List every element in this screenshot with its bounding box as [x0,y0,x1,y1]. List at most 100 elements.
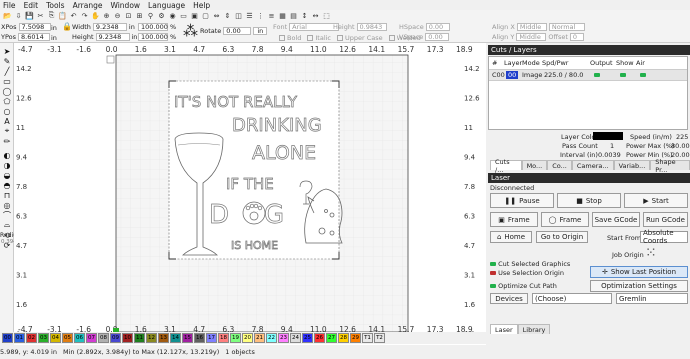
tab-console[interactable]: Co... [547,160,572,170]
optimization-settings-button[interactable]: Optimization Settings [590,280,688,292]
power-max-value[interactable]: 80.00 [671,142,690,150]
use-origin-row[interactable]: Use Selection Origin [490,269,564,277]
menu-arrange[interactable]: Arrange [73,1,103,10]
palette-swatch[interactable]: 02 [26,333,37,343]
zoom-fit-icon[interactable]: ⊡ [124,11,133,20]
zoom-in-icon[interactable]: ⊕ [102,11,111,20]
menu-language[interactable]: Language [148,1,185,10]
settings-icon[interactable]: ⚙ [157,11,166,20]
palette-swatch[interactable]: T2 [374,333,385,343]
show-toggle-icon[interactable] [620,73,626,77]
save-icon[interactable]: 💾 [25,11,34,20]
width-icon[interactable]: ↔ [311,11,320,20]
output-toggle-icon[interactable] [594,73,600,77]
boolean-diff-icon[interactable]: ◑ [3,161,11,170]
align-x-select[interactable]: Middle [516,23,547,31]
tab-cuts[interactable]: Cuts /... [490,158,522,174]
tab-variable[interactable]: Variab... [613,160,651,170]
copy-icon[interactable]: ⎘ [47,11,56,20]
import-icon[interactable]: ⇩ [14,11,23,20]
palette-swatch[interactable]: 22 [266,333,277,343]
interval-value[interactable]: 0.0039 [598,151,621,159]
devices-button[interactable]: Devices [490,293,528,304]
text-height-input[interactable]: 0.9843 [356,23,387,31]
tab-laser[interactable]: Laser [490,324,518,334]
palette-swatch[interactable]: 06 [74,333,85,343]
measure-icon[interactable]: ✏ [3,137,11,146]
cut-selected-row[interactable]: Cut Selected Graphics [490,260,570,268]
palette-swatch[interactable]: 00 [2,333,13,343]
position-laser-icon[interactable]: ⌖ [3,126,11,135]
palette-swatch[interactable]: 23 [278,333,289,343]
height-input[interactable]: 9.2348 [95,33,130,41]
welded-checkbox[interactable] [388,35,395,41]
frame-button[interactable]: ▣ Frame [490,212,538,227]
select-arrow-icon[interactable]: ➤ [3,47,11,56]
palette-swatch[interactable]: 09 [110,333,121,343]
palette-swatch[interactable]: 17 [206,333,217,343]
offset-input[interactable]: 0 [569,33,584,41]
circle-icon[interactable]: ○ [3,107,11,116]
bold-checkbox[interactable] [279,35,285,41]
flip-h-icon[interactable]: ⇔ [212,11,221,20]
open-icon[interactable]: 📂 [3,11,12,20]
cut-selected-toggle-icon[interactable] [490,262,496,266]
lock-icon[interactable]: 🔒 [62,22,72,31]
palette-swatch[interactable]: 25 [302,333,313,343]
cut-icon[interactable]: ✂ [36,11,45,20]
optimize-row[interactable]: Optimize Cut Path [490,282,557,290]
text-align-icon[interactable]: ≡ [267,11,276,20]
palette-swatch[interactable]: 29 [350,333,361,343]
tab-move[interactable]: Mo... [521,160,548,170]
italic-checkbox[interactable] [307,35,314,41]
align-icon[interactable]: ☰ [245,11,254,20]
rotate-input[interactable]: 0.00 [223,27,252,35]
flip-v-icon[interactable]: ⇕ [223,11,232,20]
dock-icon[interactable]: ⬚ [322,11,331,20]
palette-swatch[interactable]: T1 [362,333,373,343]
hspace-input[interactable]: 0.00 [425,23,450,31]
boolean-union-icon[interactable]: ◐ [3,151,11,160]
scale-w-input[interactable]: 100.000 [138,23,168,31]
camera-icon[interactable]: ◉ [168,11,177,20]
text-icon[interactable]: A [3,117,11,126]
align-y-select[interactable]: Middle [516,33,547,41]
device-select[interactable]: Gremlin [616,293,688,304]
edit-nodes-icon[interactable]: ✎ [3,57,11,66]
palette-swatch[interactable]: 21 [254,333,265,343]
rectangle-icon[interactable]: ▭ [3,77,11,86]
speed-value[interactable]: 225 [676,133,688,141]
job-origin-grid-icon[interactable]: ⁙ [645,246,657,260]
menu-file[interactable]: File [3,1,16,10]
palette-swatch[interactable]: 27 [326,333,337,343]
air-toggle-icon[interactable] [640,73,646,77]
close-path-icon[interactable]: ⌒ [3,211,11,220]
array-icon[interactable]: ▤ [289,11,298,20]
weld-icon[interactable]: ◓ [3,181,11,190]
show-last-position-button[interactable]: ✛ Show Last Position [590,266,688,278]
menu-tools[interactable]: Tools [46,1,64,10]
monitor-icon[interactable]: ▭ [179,11,188,20]
pause-button[interactable]: ❚❚ Pause [490,193,554,208]
undo-icon[interactable]: ↶ [69,11,78,20]
tab-camera[interactable]: Camera... [571,160,614,170]
go-to-origin-button[interactable]: Go to Origin [536,231,588,243]
line-icon[interactable]: ╱ [3,67,11,76]
run-gcode-button[interactable]: Run GCode [643,212,688,227]
ellipse-icon[interactable]: ◯ [3,87,12,96]
mirror-icon[interactable]: ◫ [234,11,243,20]
palette-swatch[interactable]: 05 [62,333,73,343]
home-button[interactable]: ⌂ Home [490,231,532,243]
scale-h-input[interactable]: 100.000 [138,33,168,41]
optimize-toggle-icon[interactable] [490,284,496,288]
anchor-grid-icon[interactable]: ⁂ [183,22,198,40]
grid-icon[interactable]: ▦ [278,11,287,20]
palette-swatch[interactable]: 19 [230,333,241,343]
layer-color-swatch[interactable] [593,132,623,140]
frame-round-button[interactable]: ◯ Frame [541,212,589,227]
port-select[interactable]: (Choose) [532,293,612,304]
start-button[interactable]: ▶ Start [624,193,688,208]
width-input[interactable]: 9.2348 [92,23,127,31]
palette-swatch[interactable]: 14 [170,333,181,343]
menu-edit[interactable]: Edit [24,1,39,10]
